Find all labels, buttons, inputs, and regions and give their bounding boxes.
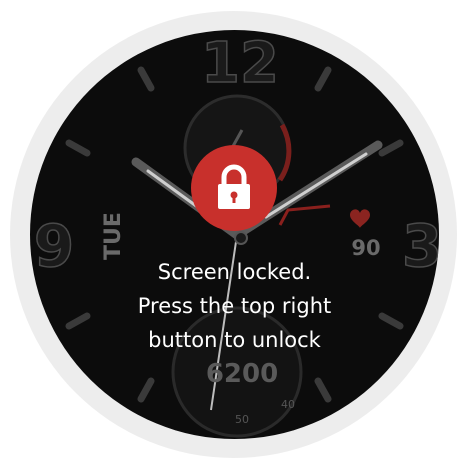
lock-badge <box>191 145 277 231</box>
watch-face: 12 9 3 TUE 90 6200 50 40 <box>33 30 439 438</box>
subdial-number-40: 40 <box>281 398 295 411</box>
lock-message-line-1: Screen locked. <box>157 260 312 284</box>
lock-message-line-3: button to unlock <box>148 328 321 352</box>
lock-message-line-2: Press the top right <box>137 294 332 318</box>
hour-twelve-numeral: 12 <box>201 31 279 96</box>
lock-message: Screen locked. Press the top right butto… <box>30 255 439 357</box>
lock-icon <box>218 164 250 209</box>
heart-icon <box>350 209 370 228</box>
subdial-number-50: 50 <box>235 413 249 426</box>
watch-screen[interactable]: 12 9 3 TUE 90 6200 50 40 Screen locked. … <box>30 30 439 439</box>
weekday-label: TUE <box>101 212 126 260</box>
steps-value: 6200 <box>206 359 278 389</box>
watch-device: 12 9 3 TUE 90 6200 50 40 Screen locked. … <box>0 0 467 468</box>
